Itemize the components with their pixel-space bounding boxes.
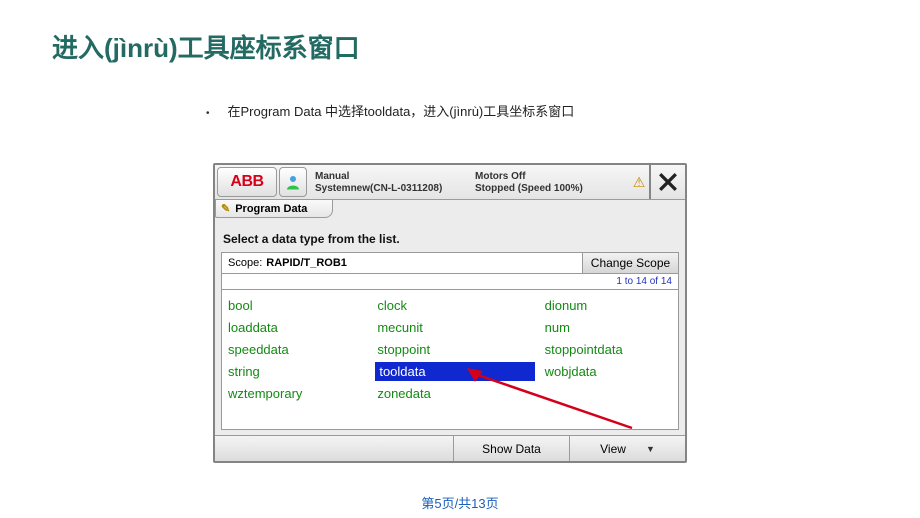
type-wztemporary[interactable]: wztemporary <box>222 386 371 401</box>
datatype-grid: bool clock dionum loaddata mecunit num s… <box>221 290 679 430</box>
change-scope-button[interactable]: Change Scope <box>582 253 678 273</box>
slide-title: 进入(jìnrù)工具座标系窗口 <box>0 0 920 65</box>
bullet-text: 在Program Data 中选择tooldata，进入(jìnrù)工具坐标系… <box>228 101 575 120</box>
table-row: string tooldata wobjdata <box>222 360 678 382</box>
type-zonedata[interactable]: zonedata <box>371 386 538 401</box>
operator-button[interactable] <box>279 167 307 197</box>
view-button[interactable]: View ▼ <box>569 436 685 461</box>
abb-logo-button[interactable]: ABB <box>217 167 277 197</box>
type-mecunit[interactable]: mecunit <box>371 320 538 335</box>
pendant-footer: Show Data View ▼ <box>215 435 685 461</box>
operator-icon <box>284 173 302 191</box>
scope-row: Scope: RAPID/T_ROB1 Change Scope <box>221 252 679 274</box>
view-label: View <box>600 442 626 456</box>
chevron-down-icon: ▼ <box>646 444 655 454</box>
type-loaddata[interactable]: loaddata <box>222 320 371 335</box>
show-data-button[interactable]: Show Data <box>453 436 569 461</box>
type-dionum[interactable]: dionum <box>539 298 678 313</box>
close-icon <box>655 169 681 195</box>
count-text: 1 to 14 of 14 <box>616 276 672 287</box>
status-area: Manual Systemnew(CN-L-0311208) Motors Of… <box>309 165 629 199</box>
table-row: loaddata mecunit num <box>222 316 678 338</box>
count-bar: 1 to 14 of 14 <box>221 274 679 290</box>
bullet-item: • 在Program Data 中选择tooldata，进入(jìnrù)工具坐… <box>206 101 920 120</box>
tab-program-data[interactable]: ✎ Program Data <box>215 200 333 218</box>
type-tooldata-selected: tooldata <box>375 362 535 381</box>
type-stoppointdata[interactable]: stoppointdata <box>539 342 678 357</box>
close-button[interactable] <box>649 165 685 199</box>
scope-label: Scope: <box>228 257 262 269</box>
type-num[interactable]: num <box>539 320 678 335</box>
wand-icon: ✎ <box>221 202 230 215</box>
table-row: speeddata stoppoint stoppointdata <box>222 338 678 360</box>
abb-logo-icon: ABB <box>230 173 263 191</box>
tab-label: Program Data <box>235 203 307 215</box>
flexpendant-window: ABB Manual Systemnew(CN-L-0311208) Motor… <box>213 163 687 463</box>
status-system: Systemnew(CN-L-0311208) <box>315 183 469 194</box>
type-string[interactable]: string <box>222 364 371 379</box>
type-tooldata-cell[interactable]: tooldata <box>371 362 538 381</box>
type-bool[interactable]: bool <box>222 298 371 313</box>
status-motors: Motors Off <box>475 171 629 182</box>
type-wobjdata[interactable]: wobjdata <box>539 364 678 379</box>
show-data-label: Show Data <box>482 442 541 456</box>
instruction-text: Select a data type from the list. <box>215 218 685 252</box>
type-speeddata[interactable]: speeddata <box>222 342 371 357</box>
page-number: 第5页/共13页 <box>0 493 920 512</box>
status-mode: Manual <box>315 171 469 182</box>
bullet-dot-icon: • <box>206 108 210 119</box>
scope-display: Scope: RAPID/T_ROB1 <box>222 253 582 273</box>
alert-icon[interactable]: ⚠ <box>629 165 649 199</box>
scope-value: RAPID/T_ROB1 <box>266 257 347 269</box>
status-stopped: Stopped (Speed 100%) <box>475 183 629 194</box>
table-row: wztemporary zonedata <box>222 382 678 404</box>
title-bar: ABB Manual Systemnew(CN-L-0311208) Motor… <box>215 165 685 200</box>
type-stoppoint[interactable]: stoppoint <box>371 342 538 357</box>
type-clock[interactable]: clock <box>371 298 538 313</box>
table-row: bool clock dionum <box>222 294 678 316</box>
